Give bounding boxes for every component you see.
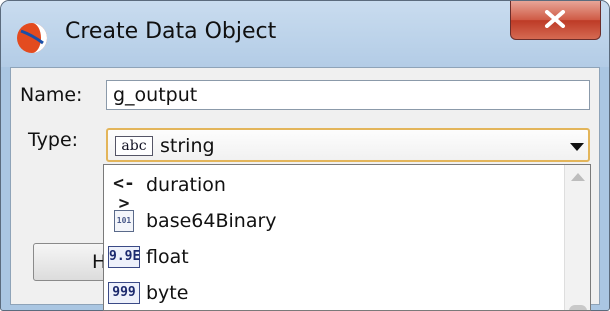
type-label: Type: <box>28 129 79 151</box>
scroll-thumb[interactable] <box>569 305 587 310</box>
type-selected-value: string <box>160 135 215 157</box>
string-type-icon: abc <box>115 136 153 156</box>
option-label: base64Binary <box>146 210 277 232</box>
name-input[interactable] <box>106 80 590 110</box>
binary-document-icon: 101 <box>114 210 134 232</box>
option-duration[interactable]: <-> duration <box>104 169 564 214</box>
window-title: Create Data Object <box>65 19 277 44</box>
name-label: Name: <box>20 84 83 106</box>
option-base64binary[interactable]: 101 base64Binary <box>104 205 564 241</box>
float-number-icon: 9.9E <box>108 246 140 268</box>
close-button[interactable] <box>510 1 601 40</box>
scroll-up-icon[interactable] <box>571 173 585 181</box>
title-bar[interactable]: Create Data Object <box>1 1 609 67</box>
option-label: duration <box>146 174 226 196</box>
type-select[interactable]: abc string <box>106 128 590 162</box>
option-byte[interactable]: 999 byte <box>104 277 564 310</box>
option-label: float <box>146 246 189 268</box>
duration-icon: <-> <box>113 173 135 214</box>
byte-number-icon: 999 <box>108 282 140 304</box>
app-logo-icon <box>17 23 47 53</box>
option-label: byte <box>146 282 189 304</box>
option-float[interactable]: 9.9E float <box>104 241 564 277</box>
chevron-down-icon[interactable] <box>570 143 584 151</box>
dropdown-scrollbar[interactable] <box>564 165 590 310</box>
close-icon <box>545 10 565 28</box>
type-dropdown-list[interactable]: <-> duration 101 base64Binary 9.9E float… <box>103 164 591 311</box>
